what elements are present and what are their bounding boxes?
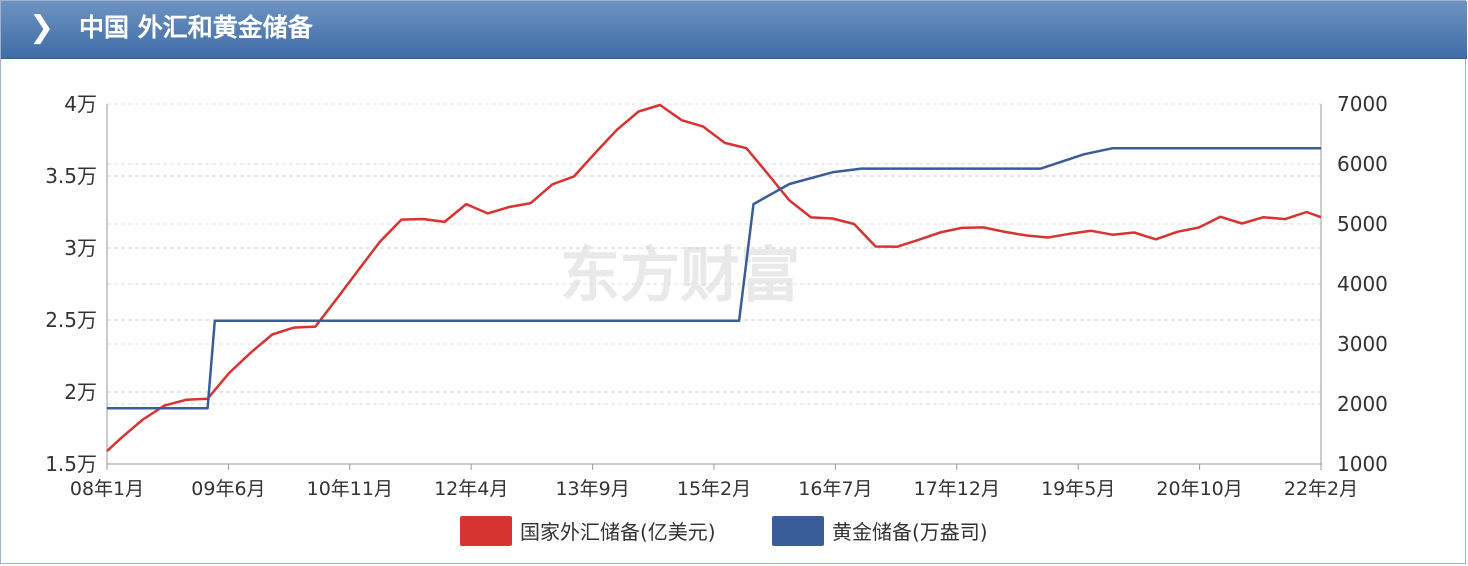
x-tick-label: 19年5月 xyxy=(1041,478,1115,500)
legend-label-gold: 黄金储备(万盎司) xyxy=(832,520,988,544)
y-right-tick-label: 1000 xyxy=(1337,452,1388,476)
legend-swatch-fx xyxy=(460,516,512,546)
chevron-right-icon[interactable]: ❯ xyxy=(29,11,54,45)
legend: 国家外汇储备(亿美元) 黄金储备(万盎司) xyxy=(460,516,988,546)
x-tick-label: 09年6月 xyxy=(191,478,265,500)
y-left-tick-label: 2万 xyxy=(64,380,97,404)
x-tick-label: 15年2月 xyxy=(677,478,751,500)
x-tick-label: 13年9月 xyxy=(555,478,629,500)
x-tick-label: 12年4月 xyxy=(434,478,508,500)
y-left-tick-label: 2.5万 xyxy=(45,308,97,332)
x-tick-label: 22年2月 xyxy=(1284,478,1358,500)
panel-header: ❯ 中国 外汇和黄金储备 xyxy=(1,1,1467,59)
y-right-tick-label: 5000 xyxy=(1337,212,1388,236)
y-right-tick-label: 4000 xyxy=(1337,272,1388,296)
y-right-tick-label: 6000 xyxy=(1337,152,1388,176)
panel-title: 中国 外汇和黄金储备 xyxy=(79,13,313,42)
x-tick-label: 08年1月 xyxy=(70,478,144,500)
watermark-text: 东方财富 xyxy=(560,241,800,311)
y-right-tick-label: 3000 xyxy=(1337,332,1388,356)
x-tick-label: 10年11月 xyxy=(307,478,393,500)
y-left-tick-label: 4万 xyxy=(64,92,97,116)
y-right-tick-label: 2000 xyxy=(1337,392,1388,416)
y-right-tick-label: 7000 xyxy=(1337,92,1388,116)
legend-label-fx: 国家外汇储备(亿美元) xyxy=(520,520,716,544)
y-left-tick-label: 3万 xyxy=(64,236,97,260)
y-left-tick-label: 3.5万 xyxy=(45,164,97,188)
x-tick-label: 17年12月 xyxy=(914,478,1000,500)
x-tick-label: 20年10月 xyxy=(1156,478,1242,500)
y-left-tick-label: 1.5万 xyxy=(45,452,97,476)
legend-swatch-gold xyxy=(772,516,824,546)
reserves-chart: 东方财富 1.5万 2万 2.5万 3万 3.5万 4万 1000 2000 3000 4000 5… xyxy=(45,92,1388,546)
x-tick-label: 16年7月 xyxy=(798,478,872,500)
